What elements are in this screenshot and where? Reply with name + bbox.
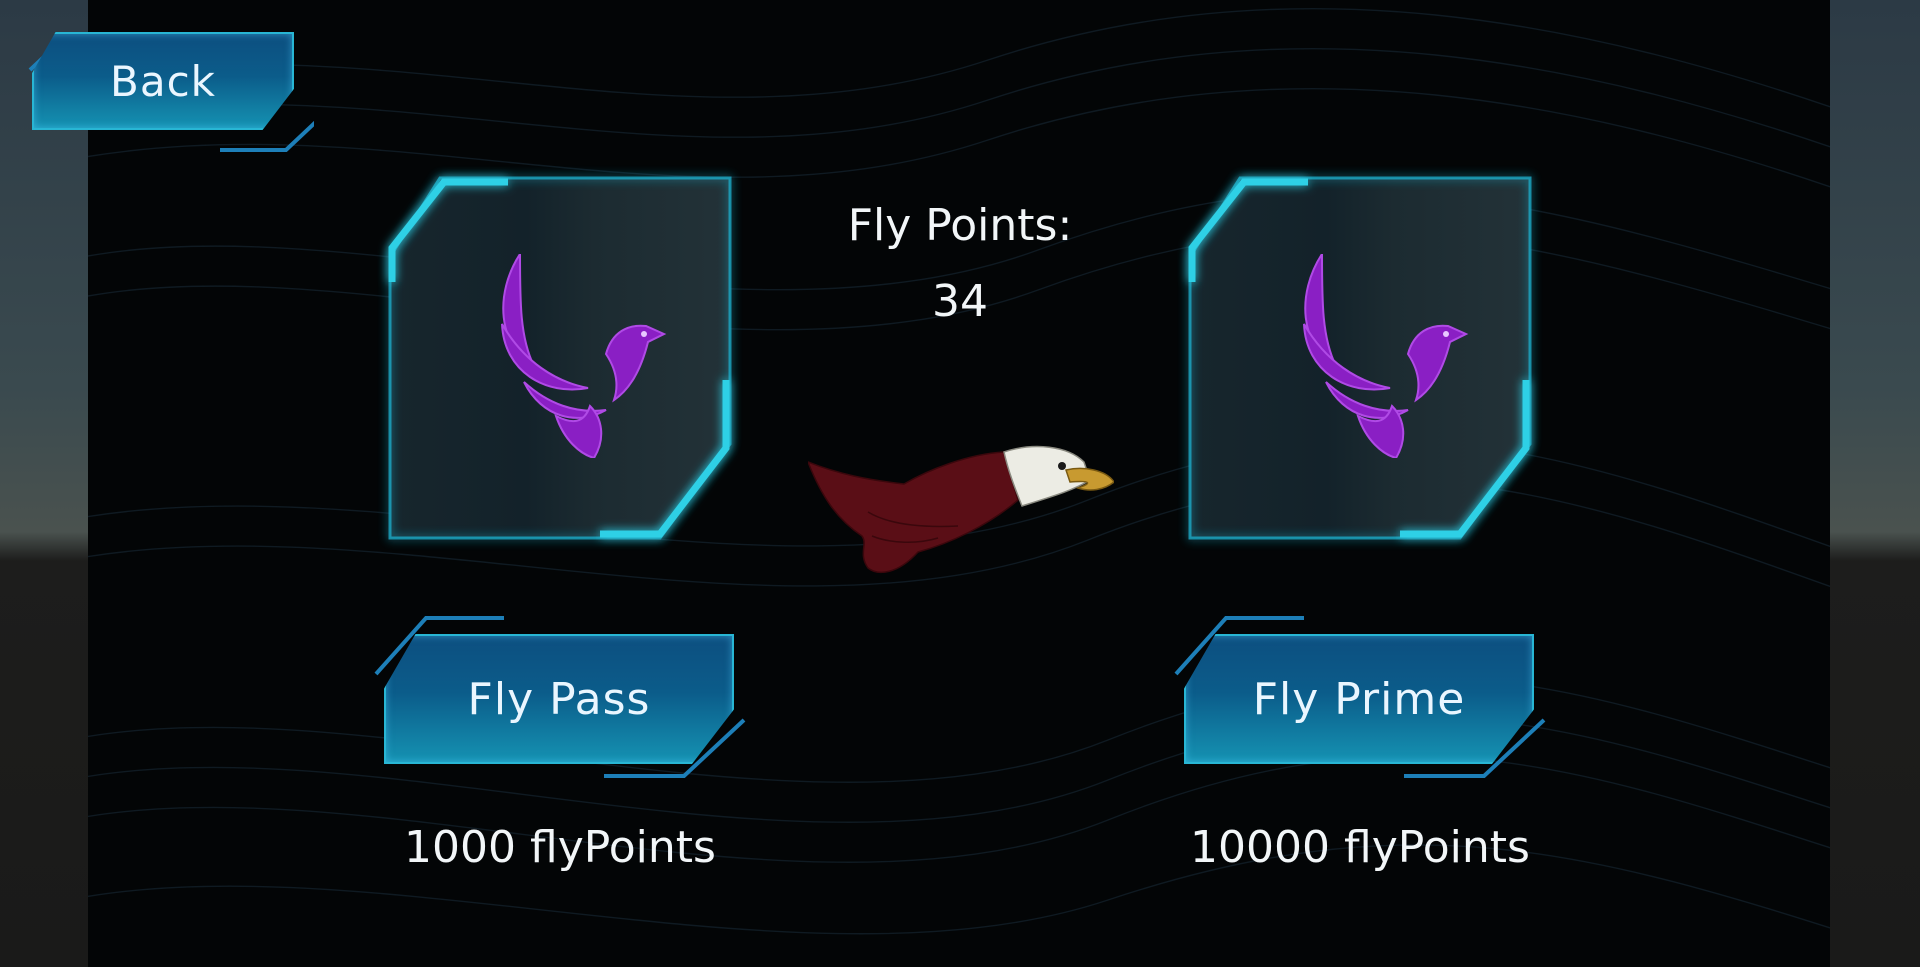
purple-bird-logo-icon bbox=[1303, 254, 1469, 458]
fly-prime-button-label: Fly Prime bbox=[1252, 673, 1466, 725]
purple-bird-logo-icon bbox=[501, 254, 667, 458]
back-button[interactable]: Back bbox=[28, 32, 314, 152]
fly-pass-button-label: Fly Pass bbox=[467, 673, 651, 725]
fly-points-label: Fly Points: bbox=[847, 200, 1073, 251]
back-button-label: Back bbox=[110, 56, 216, 106]
fly-pass-button[interactable]: Fly Pass bbox=[374, 616, 746, 778]
logo-eye bbox=[641, 331, 647, 337]
fly-prime-button[interactable]: Fly Prime bbox=[1174, 616, 1546, 778]
fly-points-value: 34 bbox=[932, 276, 988, 327]
fly-prime-card bbox=[1188, 176, 1532, 540]
eagle-mascot-icon bbox=[808, 445, 1114, 574]
logo-eye bbox=[1443, 331, 1449, 337]
fly-prime-price: 10000 flyPoints bbox=[1190, 822, 1530, 873]
fly-pass-card bbox=[388, 176, 732, 540]
fly-pass-price: 1000 flyPoints bbox=[404, 822, 716, 873]
